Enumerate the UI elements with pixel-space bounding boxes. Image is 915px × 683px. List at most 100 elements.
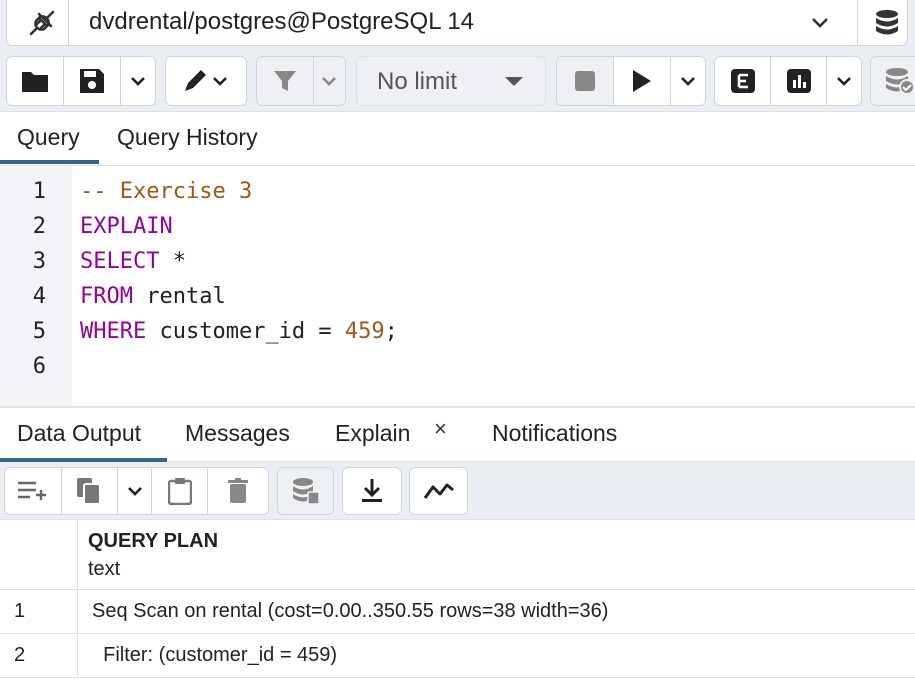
chevron-down-icon	[681, 77, 696, 86]
column-name[interactable]: QUERY PLAN	[88, 530, 218, 553]
row-cell[interactable]: Filter: (customer_id = 459)	[92, 644, 337, 667]
save-file-button[interactable]	[64, 57, 122, 105]
active-tab-indicator	[0, 160, 99, 164]
code-token: WHERE	[80, 319, 147, 344]
query-toolbar: No limit	[0, 50, 915, 112]
caret-down-icon	[505, 77, 523, 86]
database-stack-icon[interactable]	[857, 0, 915, 46]
row-cell[interactable]: Seq Scan on rental (cost=0.00..350.55 ro…	[92, 600, 608, 623]
chevron-down-icon	[837, 77, 852, 86]
filter-button-group	[256, 56, 346, 106]
row-number[interactable]: 2	[0, 634, 78, 678]
tab-explain[interactable]: Explain	[335, 420, 410, 447]
tab-query-history[interactable]: Query History	[117, 124, 258, 151]
download-button[interactable]	[343, 468, 401, 514]
tab-query[interactable]: Query	[17, 124, 80, 151]
code-line[interactable]: 2 EXPLAIN	[0, 209, 915, 244]
play-icon	[633, 70, 652, 92]
open-file-button[interactable]	[7, 57, 65, 105]
code-token: 459	[344, 319, 385, 344]
edit-button[interactable]	[166, 57, 246, 105]
code-token: SELECT	[80, 249, 160, 274]
row-limit-select[interactable]: No limit	[356, 56, 546, 106]
chevron-down-icon	[131, 77, 146, 86]
commit-button[interactable]	[871, 57, 915, 105]
execute-options-dropdown[interactable]	[671, 57, 705, 105]
explain-analyze-button[interactable]	[771, 57, 828, 105]
stop-button[interactable]	[557, 57, 615, 105]
graph-group	[409, 467, 468, 515]
row-limit-value: No limit	[377, 68, 458, 95]
result-grid: QUERY PLAN text 1 Seq Scan on rental (co…	[0, 520, 915, 683]
chevron-down-icon	[127, 487, 142, 496]
copy-options-dropdown[interactable]	[118, 468, 152, 514]
explain-button[interactable]	[715, 57, 772, 105]
delete-button[interactable]	[208, 468, 268, 514]
transaction-button-group	[870, 56, 915, 106]
tab-data-output[interactable]: Data Output	[17, 420, 141, 447]
code-token: ;	[384, 319, 398, 344]
column-type: text	[88, 558, 121, 580]
bar-chart-icon	[786, 69, 811, 93]
add-row-icon	[17, 481, 46, 500]
clipboard-icon	[167, 478, 192, 505]
line-number: 2	[32, 214, 46, 239]
folder-icon	[22, 72, 49, 92]
line-number: 3	[32, 249, 46, 274]
query-tabs: Query Query History	[0, 112, 915, 166]
sql-editor[interactable]: 1 -- Exercise 3 2 EXPLAIN 3 SELECT * 4 FROM ren…	[0, 166, 915, 408]
line-number: 6	[32, 354, 46, 379]
chevron-down-icon[interactable]	[805, 10, 835, 36]
result-toolbar	[0, 462, 915, 520]
code-line[interactable]: 3 SELECT *	[0, 244, 915, 279]
execute-button[interactable]	[614, 57, 672, 105]
execute-button-group	[556, 56, 706, 106]
explain-button-group	[714, 56, 862, 106]
graph-visualiser-button[interactable]	[410, 468, 467, 514]
explain-options-dropdown[interactable]	[827, 57, 861, 105]
code-line[interactable]: 6	[0, 349, 915, 384]
save-options-dropdown[interactable]	[121, 57, 155, 105]
edit-data-group	[4, 467, 269, 515]
download-group	[342, 467, 402, 515]
line-number: 1	[32, 179, 46, 204]
database-save-icon	[292, 478, 320, 505]
code-line[interactable]: 1 -- Exercise 3	[0, 174, 915, 209]
table-row[interactable]: 2 Filter: (customer_id = 459)	[0, 634, 915, 678]
code-text: EXPLAIN	[80, 209, 173, 244]
disconnect-plug-icon[interactable]	[15, 0, 69, 46]
code-text: WHERE customer_id = 459;	[80, 314, 398, 349]
edit-button-group	[165, 56, 247, 106]
download-icon	[362, 479, 382, 502]
line-number: 4	[32, 284, 46, 309]
save-data-button[interactable]	[278, 468, 333, 514]
code-token: *	[159, 249, 186, 274]
connection-selector[interactable]: dvdrental/postgres@PostgreSQL 14	[6, 0, 908, 46]
result-tabs: Data Output Messages Explain × Notificat…	[0, 408, 915, 462]
filter-button[interactable]	[257, 57, 314, 105]
code-text: -- Exercise 3	[80, 174, 252, 209]
file-button-group	[6, 56, 156, 106]
copy-button[interactable]	[62, 468, 119, 514]
code-line[interactable]: 4 FROM rental	[0, 279, 915, 314]
paste-button[interactable]	[152, 468, 209, 514]
letter-e-icon	[730, 69, 755, 93]
pencil-icon	[185, 70, 227, 91]
add-row-button[interactable]	[5, 468, 62, 514]
code-line[interactable]: 5 WHERE customer_id = 459;	[0, 314, 915, 349]
close-explain-tab-icon[interactable]: ×	[434, 416, 447, 442]
code-token: EXPLAIN	[80, 214, 173, 239]
filter-options-dropdown[interactable]	[314, 57, 345, 105]
floppy-disk-icon	[80, 69, 105, 93]
row-number[interactable]: 1	[0, 590, 78, 634]
chevron-down-icon	[322, 77, 337, 86]
trash-icon	[228, 478, 249, 503]
copy-icon	[77, 478, 102, 505]
table-row[interactable]: 1 Seq Scan on rental (cost=0.00..350.55 …	[0, 590, 915, 634]
code-token: rental	[132, 284, 226, 309]
connection-label: dvdrental/postgres@PostgreSQL 14	[89, 8, 475, 35]
database-check-icon	[886, 68, 915, 95]
tab-notifications[interactable]: Notifications	[492, 420, 617, 447]
stop-square-icon	[575, 71, 596, 91]
tab-messages[interactable]: Messages	[185, 420, 290, 447]
